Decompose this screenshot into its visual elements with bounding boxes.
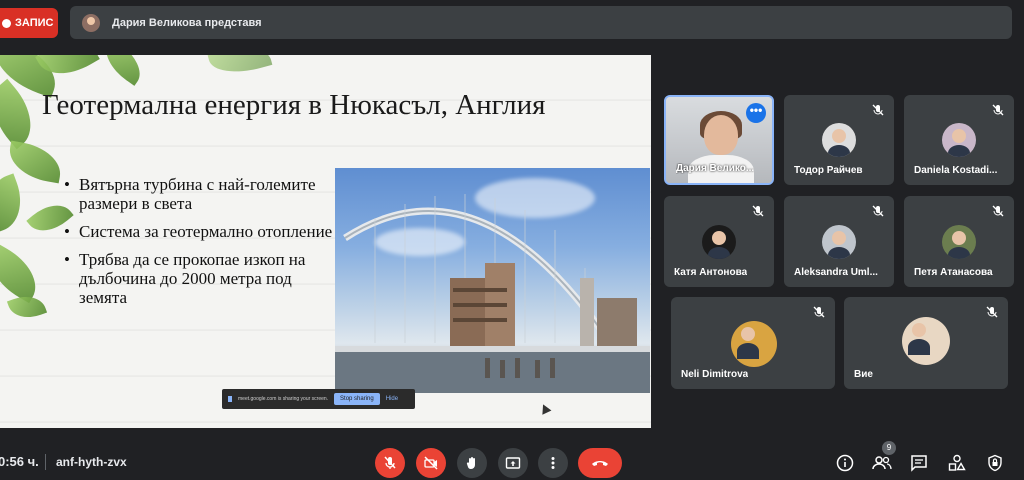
- participant-name: Тодор Райчев: [794, 165, 863, 176]
- presenter-banner[interactable]: Дария Великова представя: [70, 6, 1012, 39]
- camera-toggle-button[interactable]: [416, 448, 446, 478]
- participant-avatar: [702, 225, 736, 259]
- participant-tile[interactable]: Тодор Райчев: [784, 95, 894, 185]
- leave-call-button[interactable]: [578, 448, 622, 478]
- participant-tile[interactable]: Daniela Kostadi...: [904, 95, 1014, 185]
- mic-off-icon: [384, 456, 396, 469]
- participant-tile[interactable]: Петя Атанасова: [904, 196, 1014, 287]
- participant-name: Петя Атанасова: [914, 267, 993, 278]
- slide-bullet: Система за геотермално отопление: [64, 222, 342, 241]
- raise-hand-button[interactable]: [457, 448, 487, 478]
- mic-off-icon: [986, 306, 998, 318]
- leaf-decoration: [96, 55, 150, 86]
- participant-avatar: [822, 123, 856, 157]
- present-icon: [505, 457, 521, 469]
- bridge-photo: [335, 168, 650, 393]
- recording-indicator[interactable]: ЗАПИС: [0, 8, 58, 38]
- mic-off-icon: [813, 306, 825, 318]
- leaf-decoration: [0, 242, 48, 304]
- participant-tile[interactable]: Aleksandra Uml...: [784, 196, 894, 287]
- slide-title: Геотермална енергия в Нюкасъл, Англия: [42, 89, 546, 121]
- activities-button[interactable]: [946, 452, 968, 474]
- people-count-badge: 9: [882, 441, 896, 455]
- leaf-decoration: [207, 55, 273, 81]
- participant-avatar: [942, 225, 976, 259]
- participant-name: Вие: [854, 369, 873, 380]
- hand-icon: [466, 457, 475, 470]
- more-options-button[interactable]: [538, 448, 568, 478]
- record-label: ЗАПИС: [15, 17, 54, 29]
- slide-bullet: Вятърна турбина с най-големите размери в…: [64, 175, 342, 213]
- mic-toggle-button[interactable]: [375, 448, 405, 478]
- participant-name: Дария Велико...: [676, 163, 755, 174]
- mouse-cursor-icon: [538, 402, 552, 415]
- activities-icon: [948, 454, 966, 471]
- divider: [45, 454, 46, 470]
- chat-icon: [911, 455, 927, 472]
- participant-tile[interactable]: Neli Dimitrova: [671, 297, 835, 389]
- participant-name: Daniela Kostadi...: [914, 165, 998, 176]
- participant-tile[interactable]: Катя Антонова: [664, 196, 774, 287]
- people-button[interactable]: [871, 452, 893, 474]
- mic-off-icon: [992, 205, 1004, 217]
- meeting-time: 0:56 ч.: [0, 454, 39, 469]
- meeting-code: anf-hyth-zvx: [56, 455, 127, 469]
- participant-tile-active[interactable]: ••• Дария Велико...: [664, 95, 774, 185]
- present-screen-button[interactable]: [498, 448, 528, 478]
- mic-off-icon: [752, 205, 764, 217]
- mic-off-icon: [872, 104, 884, 116]
- mic-off-icon: [872, 205, 884, 217]
- participant-name: Aleksandra Uml...: [794, 267, 878, 278]
- camera-off-icon: [424, 456, 438, 470]
- participant-avatar: [731, 321, 777, 367]
- share-notice-text: meet.google.com is sharing your screen.: [238, 396, 329, 402]
- leaf-decoration: [0, 173, 31, 233]
- more-options-icon[interactable]: •••: [746, 103, 766, 123]
- screen-share-notice: meet.google.com is sharing your screen. …: [222, 389, 415, 409]
- hide-button[interactable]: Hide: [386, 396, 398, 402]
- presentation-slide: Геотермална енергия в Нюкасъл, Англия Вя…: [0, 55, 651, 428]
- host-controls-button[interactable]: [984, 452, 1006, 474]
- slide-bullet: Трябва да се прокопае изкоп на дълбочина…: [64, 250, 342, 307]
- record-dot-icon: [2, 18, 11, 28]
- presenter-avatar: [82, 13, 100, 32]
- more-vert-icon: [551, 457, 555, 469]
- shield-lock-icon: [988, 454, 1002, 472]
- people-icon: [872, 456, 892, 470]
- participant-avatar: [942, 123, 976, 157]
- participant-name: Neli Dimitrova: [681, 369, 749, 380]
- stop-sharing-button[interactable]: Stop sharing: [334, 393, 380, 405]
- chat-button[interactable]: [908, 452, 930, 474]
- participant-avatar: [822, 225, 856, 259]
- bridge-arch-icon: [335, 194, 650, 393]
- pause-icon: [228, 396, 232, 402]
- mic-off-icon: [992, 104, 1004, 116]
- hang-up-icon: [592, 461, 608, 466]
- slide-bullets: Вятърна турбина с най-големите размери в…: [64, 175, 342, 316]
- meeting-details-button[interactable]: [834, 452, 856, 474]
- presenter-text: Дария Великова представя: [112, 16, 262, 29]
- participant-tile[interactable]: Вие: [844, 297, 1008, 389]
- info-icon: [836, 454, 854, 472]
- participant-avatar: [902, 317, 950, 365]
- participant-name: Катя Антонова: [674, 267, 748, 278]
